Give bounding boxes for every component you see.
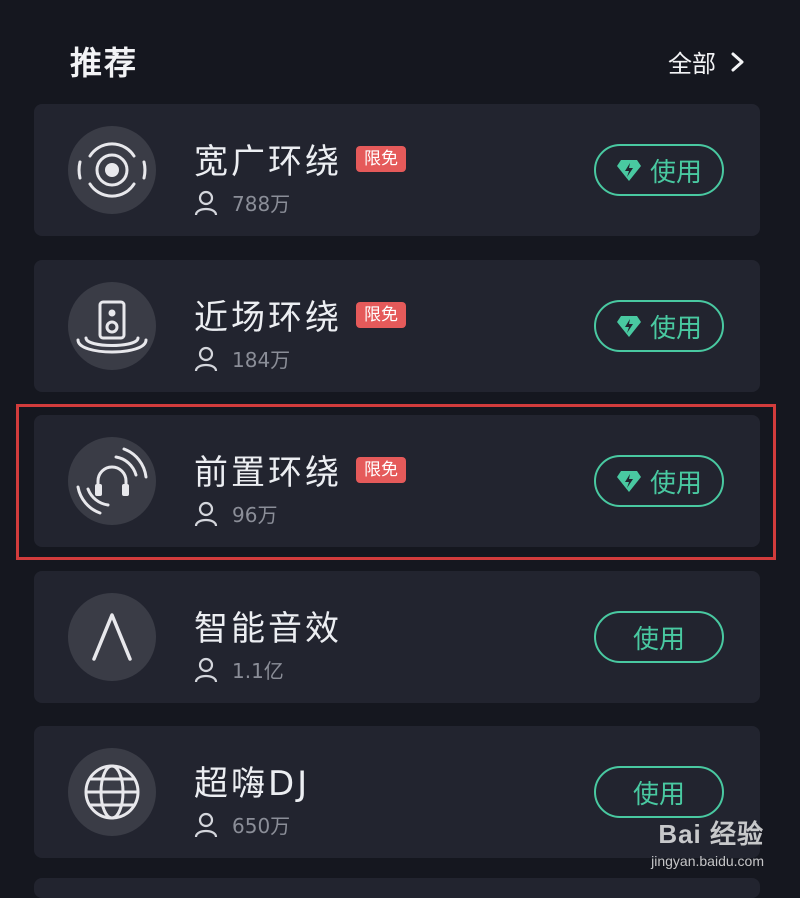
headphone-surround-icon bbox=[68, 437, 156, 525]
baidu-watermark: Bai 经验 jingyan.baidu.com bbox=[651, 814, 764, 869]
effect-list: 宽广环绕 限免 788万 使用 近场环绕 限免 184万 使用 前置环绕 限免 … bbox=[0, 0, 800, 898]
effect-card-front-surround[interactable]: 前置环绕 限免 96万 使用 bbox=[34, 415, 760, 547]
effect-name-row: 宽广环绕 限免 bbox=[194, 134, 406, 183]
free-badge: 限免 bbox=[356, 456, 406, 483]
effect-card-smart-sound[interactable]: 智能音效 1.1亿 使用 bbox=[34, 571, 760, 703]
free-badge: 限免 bbox=[356, 301, 406, 328]
user-count-value: 1.1亿 bbox=[232, 659, 284, 683]
user-icon bbox=[194, 190, 218, 215]
user-count: 1.1亿 bbox=[194, 655, 284, 684]
user-count: 184万 bbox=[194, 344, 290, 373]
use-button[interactable]: 使用 bbox=[594, 455, 724, 507]
effect-card-wide-surround[interactable]: 宽广环绕 限免 788万 使用 bbox=[34, 104, 760, 236]
effect-name-row: 超嗨DJ bbox=[194, 756, 310, 805]
user-icon bbox=[194, 657, 218, 682]
watermark-main: Bai 经验 bbox=[658, 819, 764, 849]
effect-name-row: 前置环绕 限免 bbox=[194, 445, 406, 494]
diamond-vip-icon bbox=[616, 160, 641, 181]
diamond-vip-icon bbox=[616, 471, 641, 492]
user-count: 96万 bbox=[194, 499, 277, 528]
user-count-value: 184万 bbox=[232, 348, 291, 372]
watermark-url: jingyan.baidu.com bbox=[651, 853, 764, 869]
effect-name: 宽广环绕 bbox=[194, 142, 342, 182]
effect-name: 前置环绕 bbox=[194, 453, 342, 493]
user-icon bbox=[194, 346, 218, 371]
use-button[interactable]: 使用 bbox=[594, 611, 724, 663]
use-button[interactable]: 使用 bbox=[594, 766, 724, 818]
use-button-label: 使用 bbox=[632, 624, 685, 655]
effect-card-nearfield-surround[interactable]: 近场环绕 限免 184万 使用 bbox=[34, 260, 760, 392]
globe-icon bbox=[68, 748, 156, 836]
effect-name-row: 近场环绕 限免 bbox=[194, 290, 406, 339]
smart-a-icon bbox=[68, 593, 156, 681]
speaker-nearfield-icon bbox=[68, 282, 156, 370]
effect-name-row: 智能音效 bbox=[194, 601, 342, 650]
next-card-peek bbox=[34, 878, 760, 898]
user-count-value: 650万 bbox=[232, 814, 291, 838]
effect-name: 智能音效 bbox=[194, 609, 342, 649]
free-badge: 限免 bbox=[356, 145, 406, 172]
user-icon bbox=[194, 501, 218, 526]
effect-name: 超嗨DJ bbox=[194, 764, 311, 804]
user-count: 650万 bbox=[194, 810, 290, 839]
user-count: 788万 bbox=[194, 188, 290, 217]
user-count-value: 788万 bbox=[232, 192, 291, 216]
use-button-label: 使用 bbox=[649, 157, 702, 188]
user-icon bbox=[194, 812, 218, 837]
use-button[interactable]: 使用 bbox=[594, 300, 724, 352]
diamond-vip-icon bbox=[616, 316, 641, 337]
user-count-value: 96万 bbox=[232, 503, 278, 527]
use-button-label: 使用 bbox=[649, 468, 702, 499]
use-button[interactable]: 使用 bbox=[594, 144, 724, 196]
use-button-label: 使用 bbox=[649, 313, 702, 344]
effect-name: 近场环绕 bbox=[194, 298, 342, 338]
surround-wide-icon bbox=[68, 126, 156, 214]
use-button-label: 使用 bbox=[632, 779, 685, 810]
